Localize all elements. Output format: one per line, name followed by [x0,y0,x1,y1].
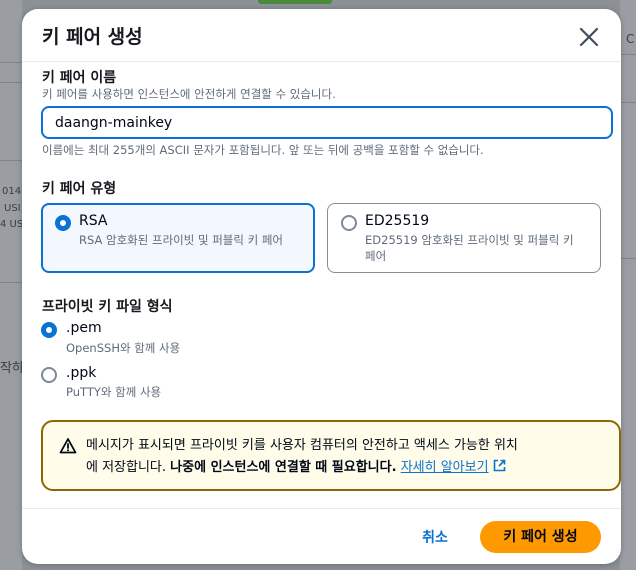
radio-unselected[interactable] [341,215,357,231]
warning-alert: 메시지가 표시되면 프라이빗 키를 사용자 컴퓨터의 안전하고 액세스 가능한 … [41,420,621,491]
background-text: C [626,32,635,46]
alert-line: 메시지가 표시되면 프라이빗 키를 사용자 컴퓨터의 안전하고 액세스 가능한 … [86,438,518,453]
external-link-icon[interactable] [493,458,506,472]
background-left-panel [0,0,22,570]
key-name-description: 키 페어를 사용하면 인스턴스에 안전하게 연결할 수 있습니다. [42,87,336,101]
alert-text-plain: 에 저장합니다. [86,460,171,475]
cancel-button[interactable]: 취소 [408,523,462,553]
alert-text-bold: 나중에 인스턴스에 연결할 때 필요합니다. [170,460,397,475]
alert-line: 에 저장합니다. 나중에 인스턴스에 연결할 때 필요합니다. 자세히 알아보기 [86,457,586,479]
key-type-option-ed25519[interactable]: ED25519 ED25519 암호화된 프라이빗 및 퍼블릭 키 페어 [327,203,601,273]
background-text: 작하 [0,361,24,376]
option-description: 페어 [365,249,387,263]
create-key-pair-button[interactable]: 키 페어 생성 [480,521,601,553]
radio-pem[interactable] [41,322,57,338]
option-description: RSA 암호화된 프라이빗 및 퍼블릭 키 페어 [79,233,284,247]
option-ppk-description: PuTTY와 함께 사용 [66,385,162,399]
header-divider [22,61,621,62]
footer-divider [22,508,621,509]
background-text: USI [4,203,21,214]
alert-message: 메시지가 표시되면 프라이빗 키를 사용자 컴퓨터의 안전하고 액세스 가능한 … [86,435,586,479]
option-description: ED25519 암호화된 프라이빗 및 퍼블릭 키 [365,233,574,247]
file-format-label: 프라이빗 키 파일 형식 [42,299,173,315]
background-button [258,0,332,4]
option-pem-title: .pem [66,320,102,336]
key-type-option-rsa[interactable]: RSA RSA 암호화된 프라이빗 및 퍼블릭 키 페어 [41,203,315,273]
key-type-label: 키 페어 유형 [42,181,117,197]
key-name-input[interactable] [41,106,613,139]
create-key-pair-dialog: 키 페어 생성 키 페어 이름 키 페어를 사용하면 인스턴스에 안전하게 연결… [22,9,621,564]
dialog-title: 키 페어 생성 [42,26,143,48]
option-pem-description: OpenSSH와 함께 사용 [66,341,181,355]
background-right-panel [620,0,636,570]
radio-selected[interactable] [55,215,71,231]
learn-more-link[interactable]: 자세히 알아보기 [401,460,489,475]
key-name-label: 키 페어 이름 [42,70,117,86]
option-ppk-title: .ppk [66,365,97,381]
background-text: 4 US [0,219,24,230]
option-title: ED25519 [365,213,430,229]
key-name-constraint: 이름에는 최대 255개의 ASCII 문자가 포함됩니다. 앞 또는 뒤에 공… [42,143,484,157]
option-title: RSA [79,213,108,229]
warning-icon [59,437,77,455]
radio-ppk[interactable] [41,367,57,383]
close-icon[interactable] [575,23,603,51]
